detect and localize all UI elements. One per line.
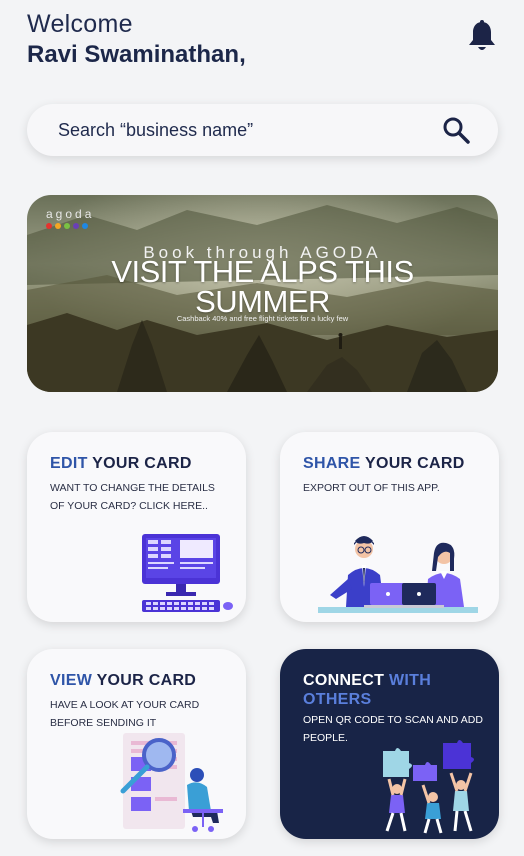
share-card-button[interactable]: SHARE YOUR CARD EXPORT OUT OF THIS APP.	[280, 432, 499, 622]
search-icon[interactable]	[442, 116, 470, 144]
brand-name: agoda	[46, 207, 95, 221]
card-title-accent: EDIT	[50, 455, 88, 472]
card-title: VIEW YOUR CARD	[50, 671, 196, 690]
brand-dot	[64, 223, 70, 229]
brand-dots	[46, 223, 94, 229]
edit-card-button[interactable]: EDIT YOUR CARD WANT TO CHANGE THE DETAIL…	[27, 432, 246, 622]
brand-dot	[55, 223, 61, 229]
people-laptops-illustration	[318, 536, 478, 613]
search-bar[interactable]: Search “business name”	[27, 104, 498, 156]
banner-title-line2: SUMMER	[195, 284, 330, 319]
card-title: EDIT YOUR CARD	[50, 454, 192, 473]
card-description: WANT TO CHANGE THE DETAILS OF YOUR CARD?…	[50, 482, 215, 512]
banner-title-line1: VISIT THE ALPS THIS	[111, 254, 414, 289]
card-title-main: YOUR CARD	[92, 455, 192, 472]
card-description: HAVE A LOOK AT YOUR CARD BEFORE SENDING …	[50, 699, 200, 729]
card-title-accent: VIEW	[50, 672, 93, 689]
magnifier-document-illustration	[120, 733, 223, 832]
view-card-button[interactable]: VIEW YOUR CARD HAVE A LOOK AT YOUR CARD …	[27, 649, 246, 839]
card-title-main: YOUR CARD	[364, 455, 465, 472]
brand-dot	[46, 223, 52, 229]
card-title: SHARE YOUR CARD	[303, 454, 465, 473]
header: Welcome Ravi Swaminathan,	[27, 10, 507, 70]
card-title-main: CONNECT	[303, 672, 385, 689]
promo-banner[interactable]: agoda Book through AGODA VISIT THE ALPS …	[27, 195, 498, 392]
computer-illustration	[142, 534, 233, 612]
banner-tagline: Cashback 40% and free flight tickets for…	[176, 314, 349, 323]
connect-card-button[interactable]: CONNECT WITH OTHERS OPEN QR CODE TO SCAN…	[280, 649, 499, 839]
brand-dot	[82, 223, 88, 229]
card-title-main: YOUR CARD	[96, 672, 197, 689]
puzzle-people-illustration	[383, 740, 474, 834]
brand-dot	[73, 223, 79, 229]
card-title-accent: SHARE	[303, 455, 361, 472]
agoda-logo: agoda	[46, 207, 94, 229]
search-input[interactable]: Search “business name”	[58, 120, 253, 141]
user-name: Ravi Swaminathan,	[27, 41, 246, 68]
bell-icon[interactable]	[467, 20, 497, 54]
card-description: EXPORT OUT OF THIS APP.	[303, 482, 440, 494]
welcome-text: Welcome	[27, 10, 133, 38]
banner-title: VISIT THE ALPS THIS SUMMER	[67, 254, 458, 319]
card-title: CONNECT WITH OTHERS	[303, 671, 499, 709]
